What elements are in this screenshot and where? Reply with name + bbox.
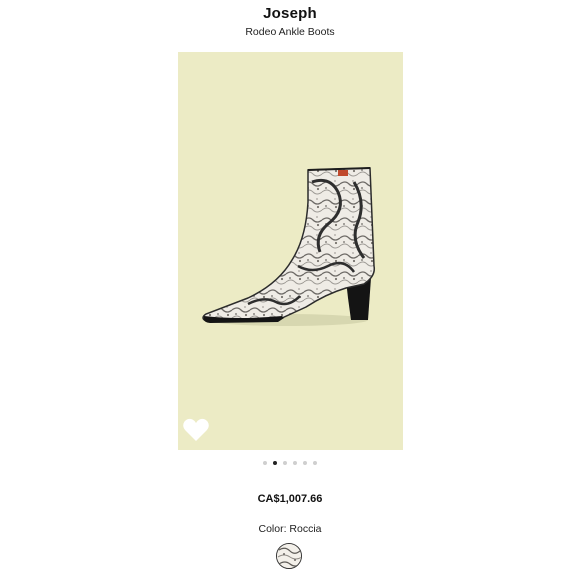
gallery-dot-6[interactable] <box>313 461 317 465</box>
gallery-dot-5[interactable] <box>303 461 307 465</box>
gallery-dot-1[interactable] <box>263 461 267 465</box>
brand-name[interactable]: Joseph <box>0 5 580 22</box>
product-name: Rodeo Ankle Boots <box>245 26 335 38</box>
product-image <box>202 167 376 326</box>
color-label: Color: Roccia <box>258 523 322 535</box>
gallery-dot-3[interactable] <box>283 461 287 465</box>
gallery-dot-2[interactable] <box>273 461 277 465</box>
swatch-pattern <box>277 544 301 568</box>
heart-icon <box>183 418 209 441</box>
gallery-dot-4[interactable] <box>293 461 297 465</box>
wishlist-button[interactable] <box>182 417 210 443</box>
product-page: Joseph Rodeo Ankle Boots CA$1,007.66 Col… <box>0 0 580 580</box>
product-image-gallery[interactable] <box>178 52 403 450</box>
color-swatch-roccia[interactable] <box>276 543 302 569</box>
gallery-pagination <box>0 461 580 465</box>
product-price: CA$1,007.66 <box>257 493 323 505</box>
